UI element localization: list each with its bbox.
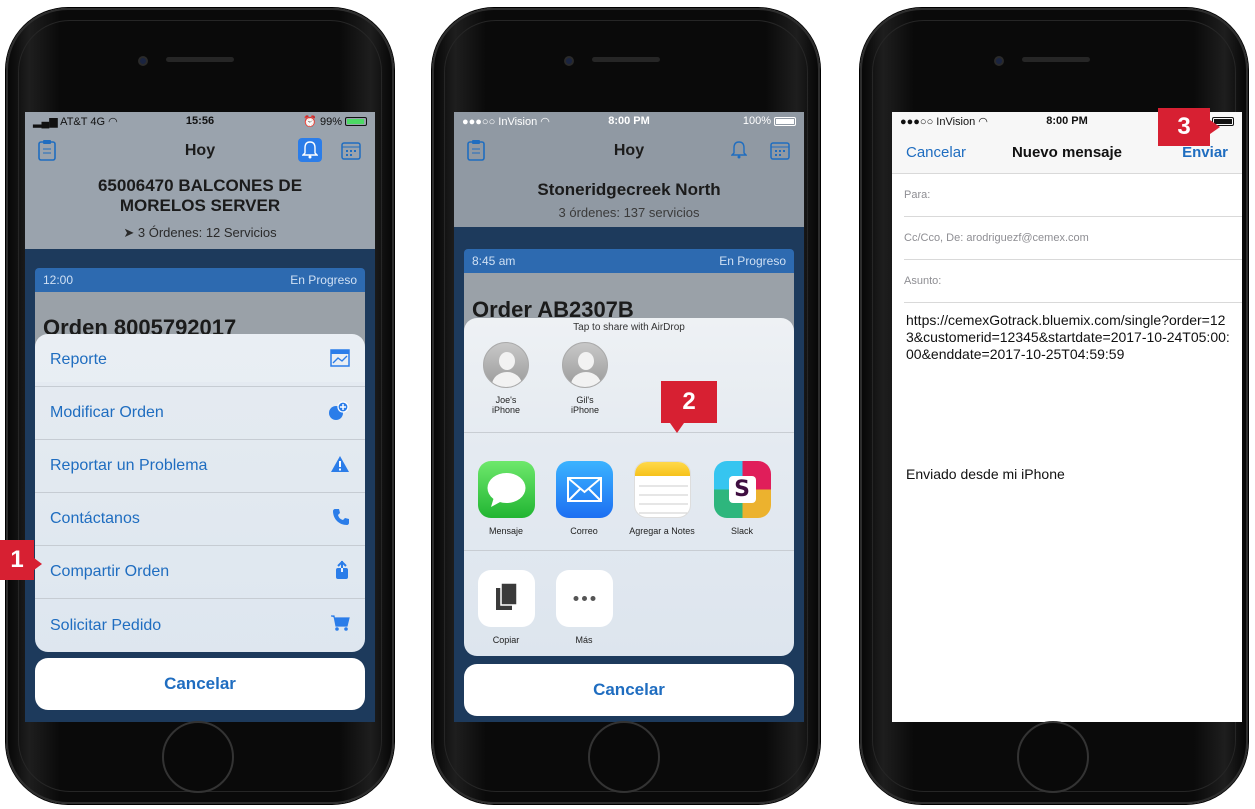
screen-action-sheet: ▂▄▆ AT&T 4G ◠ 15:56 ⏰ 99% Hoy 65006470 B… — [25, 112, 375, 722]
action-copiar[interactable]: Copiar — [464, 570, 548, 645]
message-signature: Enviado desde mi iPhone — [906, 466, 1065, 482]
battery-icon — [345, 117, 367, 127]
front-camera — [138, 56, 148, 66]
step-badge-1: 1 — [0, 540, 34, 580]
share-app-notes[interactable]: Agregar a Notes — [620, 461, 704, 536]
airdrop-contact[interactable]: Joe's iPhone — [476, 342, 536, 415]
home-button[interactable] — [588, 721, 660, 793]
share-icon — [334, 560, 350, 585]
front-camera — [994, 56, 1004, 66]
site-name: 65006470 BALCONES DE MORELOS SERVER — [97, 176, 303, 215]
earpiece-speaker — [166, 57, 234, 62]
orders-summary: ➤ 3 Órdenes: 12 Servicios — [123, 225, 277, 240]
calendar-icon[interactable] — [339, 138, 363, 162]
order-time: 8:45 am — [472, 254, 516, 268]
order-time: 12:00 — [43, 273, 74, 287]
screen-new-message: ●●●○○ InVision ◠ 8:00 PM Cancelar Nuevo … — [892, 112, 1242, 722]
earpiece-speaker — [592, 57, 660, 62]
step-badge-1-pointer — [34, 558, 42, 570]
location-arrow-icon: ➤ — [123, 225, 138, 240]
divider — [464, 432, 794, 433]
share-sheet: Tap to share with AirDrop Joe's iPhone Gi… — [464, 318, 794, 656]
menu-item-compartir-orden[interactable]: Compartir Orden — [35, 546, 365, 599]
battery-icon — [774, 116, 796, 126]
calendar-icon[interactable] — [768, 138, 792, 162]
subject-field[interactable]: Asunto: — [904, 260, 1242, 303]
report-icon — [330, 348, 350, 372]
screen-share-sheet: ●●●○○ InVision ◠ 8:00 PM 100% Hoy Stoner… — [454, 112, 804, 722]
to-field[interactable]: Para: — [904, 174, 1242, 217]
action-sheet: Reporte Modificar Orden Reportar un Prob… — [35, 334, 365, 652]
status-bar: ●●●○○ InVision ◠ 8:00 PM 100% — [454, 112, 804, 130]
step-badge-2-pointer — [670, 423, 684, 433]
action-mas[interactable]: Más — [542, 570, 626, 645]
step-badge-2: 2 — [661, 381, 717, 423]
carrier-label: ●●●○○ InVision ◠ — [462, 115, 550, 128]
signal-icon: ▂▄▆ — [33, 115, 61, 128]
copy-icon — [477, 570, 535, 627]
status-bar: ▂▄▆ AT&T 4G ◠ 15:56 ⏰ 99% — [25, 112, 375, 130]
airdrop-hint: Tap to share with AirDrop — [573, 322, 685, 333]
send-button[interactable]: Enviar — [1182, 144, 1228, 161]
order-status: En Progreso — [290, 273, 357, 287]
page-title: Hoy — [184, 142, 216, 159]
home-button[interactable] — [162, 721, 234, 793]
cart-icon — [330, 614, 350, 637]
step-badge-3: 3 — [1158, 108, 1210, 146]
cancel-button[interactable]: Cancelar — [464, 664, 794, 716]
wifi-icon: ◠ — [540, 115, 550, 128]
share-app-correo[interactable]: Correo — [542, 461, 626, 536]
menu-item-reporte[interactable]: Reporte — [35, 334, 365, 387]
phone-icon — [332, 508, 350, 531]
alarm-icon: ⏰ — [303, 115, 320, 128]
battery-status: 100% — [743, 115, 796, 127]
battery-status: ⏰ 99% — [303, 115, 367, 128]
menu-item-modificar-orden[interactable]: Modificar Orden — [35, 387, 365, 440]
wifi-icon: ◠ — [978, 115, 988, 128]
menu-item-solicitar-pedido[interactable]: Solicitar Pedido — [35, 599, 365, 652]
share-app-slack[interactable]: S Slack — [700, 461, 784, 536]
front-camera — [564, 56, 574, 66]
share-app-mensaje[interactable]: Mensaje — [464, 461, 548, 536]
carrier-label: ●●●○○ InVision ◠ — [900, 115, 988, 128]
avatar — [483, 342, 529, 388]
order-card-header[interactable]: 12:00 En Progreso — [35, 268, 365, 292]
cc-field[interactable]: Cc/Cco, De: arodriguezf@cemex.com — [904, 217, 1242, 260]
order-status: En Progreso — [719, 254, 786, 268]
slack-icon: S — [713, 461, 771, 518]
wifi-icon: ◠ — [108, 115, 118, 128]
phone-frame-2: ●●●○○ InVision ◠ 8:00 PM 100% Hoy Stoner… — [432, 8, 820, 804]
menu-item-reportar-problema[interactable]: Reportar un Problema — [35, 440, 365, 493]
home-button[interactable] — [1017, 721, 1089, 793]
phone-frame-1: ▂▄▆ AT&T 4G ◠ 15:56 ⏰ 99% Hoy 65006470 B… — [6, 8, 394, 804]
mail-icon — [555, 461, 613, 518]
edit-order-icon — [328, 400, 350, 426]
earpiece-speaker — [1022, 57, 1090, 62]
notes-icon — [633, 461, 691, 518]
cancel-button[interactable]: Cancelar — [35, 658, 365, 710]
carrier-label: ▂▄▆ AT&T 4G ◠ — [33, 115, 118, 128]
orders-summary: 3 órdenes: 137 servicios — [558, 205, 700, 220]
more-icon — [555, 570, 613, 627]
notification-bell-icon[interactable] — [727, 138, 751, 162]
airdrop-contact[interactable]: Gil's iPhone — [555, 342, 615, 415]
divider — [464, 550, 794, 551]
notification-bell-icon[interactable] — [298, 138, 322, 162]
page-title: Hoy — [613, 142, 645, 159]
site-name: Stoneridgecreek North — [537, 180, 721, 199]
avatar — [562, 342, 608, 388]
step-badge-3-pointer — [1210, 120, 1220, 134]
menu-item-contactanos[interactable]: Contáctanos — [35, 493, 365, 546]
order-card-header[interactable]: 8:45 am En Progreso — [464, 249, 794, 273]
message-body-link[interactable]: https://cemexGotrack.bluemix.com/single?… — [906, 312, 1230, 363]
warning-icon — [330, 455, 350, 478]
messages-icon — [477, 461, 535, 518]
